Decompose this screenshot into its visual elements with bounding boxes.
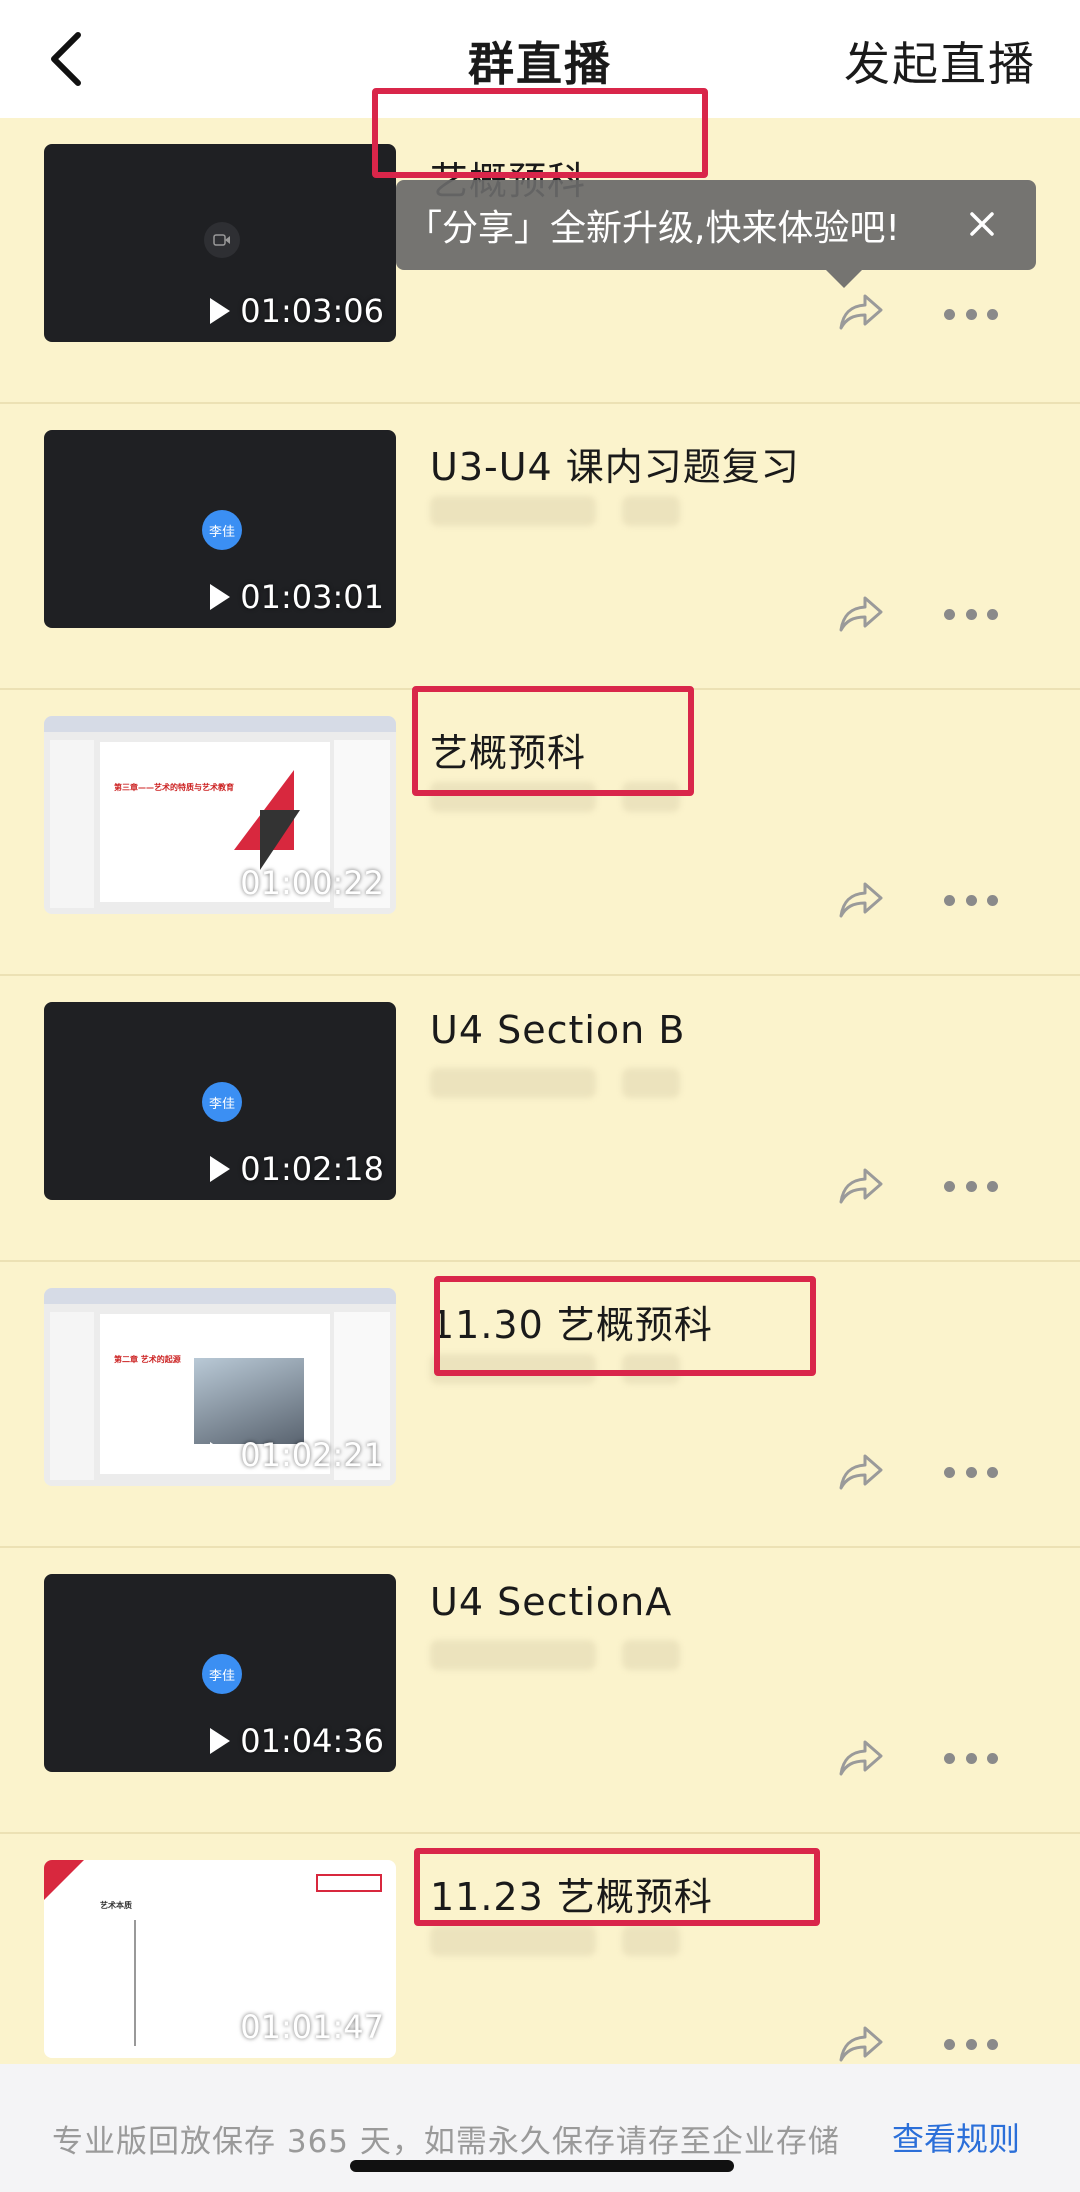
close-icon — [970, 212, 994, 236]
slide-caption: 艺术本质 — [100, 1901, 132, 1910]
play-icon — [210, 1156, 231, 1182]
item-title: U3-U4 课内习题复习 — [430, 445, 800, 489]
tooltip-close-button[interactable] — [964, 206, 1000, 242]
more-button[interactable] — [944, 1748, 998, 1768]
duration-label: 01:03:01 — [210, 578, 384, 616]
video-thumbnail[interactable]: 01:03:06 — [44, 144, 396, 342]
list-item[interactable]: 李佳 01:04:36 U4 SectionA — [0, 1548, 1080, 1834]
item-title: U4 Section B — [430, 1008, 686, 1052]
share-icon — [839, 882, 883, 918]
video-thumbnail[interactable]: 第三章——艺术的特质与艺术教育 01:00:22 — [44, 716, 396, 914]
share-button[interactable] — [836, 1164, 886, 1208]
more-button[interactable] — [944, 890, 998, 910]
avatar: 李佳 — [202, 1654, 242, 1694]
list-item[interactable]: 第三章——艺术的特质与艺术教育 01:00:22 艺概预科 — [0, 686, 1080, 976]
item-meta-blurred — [430, 1926, 680, 1960]
item-title: U4 SectionA — [430, 1580, 673, 1624]
tooltip-text: 「分享」全新升级,快来体验吧! — [406, 208, 900, 249]
footer-bar: 专业版回放保存 365 天，如需永久保存请存至企业存储 查看规则 — [0, 2064, 1080, 2192]
share-button[interactable] — [836, 2022, 886, 2066]
play-icon — [210, 2014, 231, 2040]
duration-label: 01:02:18 — [210, 1150, 384, 1188]
share-icon — [839, 596, 883, 632]
camera-icon — [204, 222, 240, 258]
highlight-box — [414, 1848, 820, 1926]
duration-label: 01:01:47 — [210, 2008, 384, 2046]
home-indicator — [350, 2160, 734, 2172]
more-button[interactable] — [944, 1176, 998, 1196]
share-button[interactable] — [836, 592, 886, 636]
slide-caption: 第三章——艺术的特质与艺术教育 — [114, 783, 234, 792]
slide-photo — [194, 1358, 304, 1444]
more-button[interactable] — [944, 604, 998, 624]
share-button[interactable] — [836, 1736, 886, 1780]
share-tooltip: 「分享」全新升级,快来体验吧! — [396, 180, 1036, 288]
duration-label: 01:02:21 — [210, 1436, 384, 1474]
share-button[interactable] — [836, 878, 886, 922]
play-icon — [210, 584, 231, 610]
video-thumbnail[interactable]: 李佳 01:02:18 — [44, 1002, 396, 1200]
play-icon — [210, 1728, 231, 1754]
view-rules-link[interactable]: 查看规则 — [892, 2114, 1020, 2160]
highlight-box — [434, 1276, 816, 1376]
more-button[interactable] — [944, 1462, 998, 1482]
highlight-box — [372, 88, 708, 178]
avatar: 李佳 — [202, 1082, 242, 1122]
share-icon — [839, 294, 883, 330]
play-icon — [210, 870, 231, 896]
more-button[interactable] — [944, 2034, 998, 2054]
share-icon — [839, 1168, 883, 1204]
duration-label: 01:00:22 — [210, 864, 384, 902]
avatar: 李佳 — [202, 510, 242, 550]
share-icon — [839, 1454, 883, 1490]
share-icon — [839, 1740, 883, 1776]
duration-label: 01:03:06 — [210, 292, 384, 330]
list-item[interactable]: 李佳 01:02:18 U4 Section B — [0, 976, 1080, 1262]
slide-caption: 第二章 艺术的起源 — [114, 1355, 181, 1364]
item-meta-blurred — [430, 1640, 680, 1674]
tooltip-arrow — [826, 270, 862, 288]
list-item[interactable]: 第二章 艺术的起源 01:02:21 11.30 艺概预科 — [0, 1262, 1080, 1548]
video-thumbnail[interactable]: 第二章 艺术的起源 01:02:21 — [44, 1288, 396, 1486]
share-button[interactable] — [836, 1450, 886, 1494]
duration-label: 01:04:36 — [210, 1722, 384, 1760]
play-icon — [210, 1442, 231, 1468]
more-button[interactable] — [944, 304, 998, 324]
list-item[interactable]: 李佳 01:03:01 U3-U4 课内习题复习 — [0, 404, 1080, 690]
item-meta-blurred — [430, 496, 680, 530]
share-icon — [839, 2026, 883, 2062]
item-meta-blurred — [430, 1068, 680, 1102]
video-thumbnail[interactable]: 李佳 01:04:36 — [44, 1574, 396, 1772]
share-button[interactable] — [836, 290, 886, 334]
play-icon — [210, 298, 231, 324]
video-thumbnail[interactable]: 艺术本质 01:01:47 — [44, 1860, 396, 2058]
video-thumbnail[interactable]: 李佳 01:03:01 — [44, 430, 396, 628]
highlight-box — [412, 686, 694, 796]
storage-notice: 专业版回放保存 365 天，如需永久保存请存至企业存储 — [52, 2124, 840, 2160]
start-live-button[interactable]: 发起直播 — [844, 28, 1036, 94]
